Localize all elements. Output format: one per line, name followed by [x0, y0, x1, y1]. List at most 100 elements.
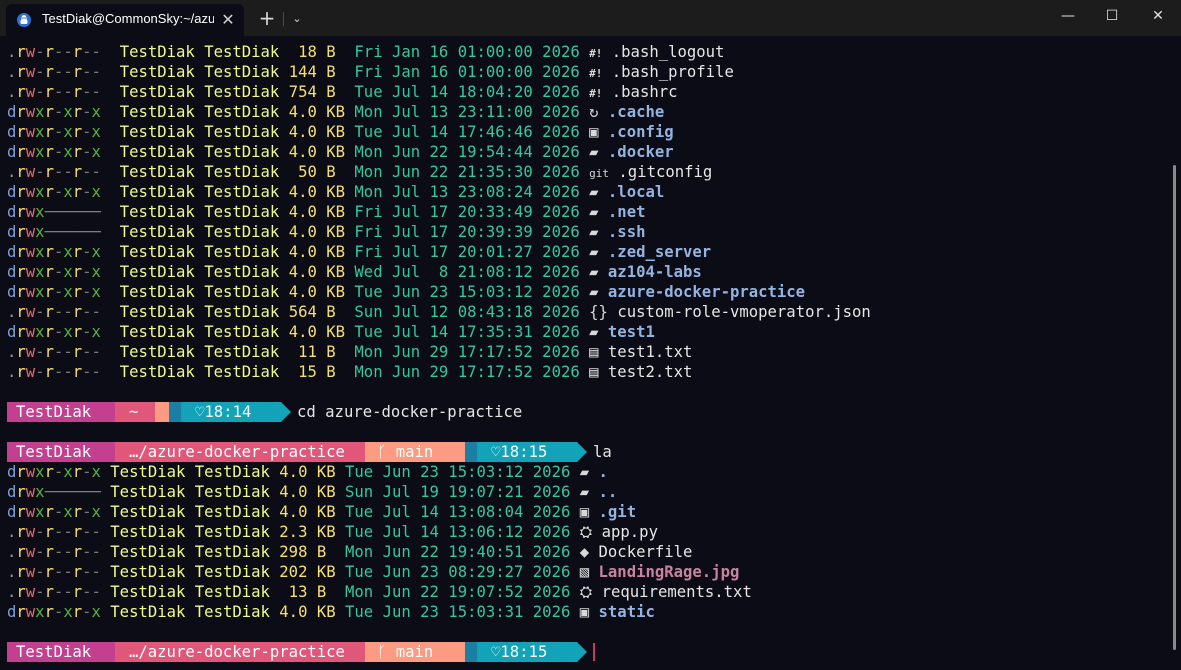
shell-script-icon: #! [589, 87, 603, 100]
list-item: .rw-r--r-- TestDiak TestDiak 144 B Fri J… [7, 62, 734, 82]
tab-terminal[interactable]: TestDiak@CommonSky:~/azu ✕ [6, 4, 244, 36]
file-size: 11 B [288, 343, 346, 361]
folder-icon: ▰ [579, 483, 590, 501]
list-item: drwxr-xr-x TestDiak TestDiak 4.0 KB Mon … [7, 142, 674, 162]
list-item: drwxr-xr-x TestDiak TestDiak 4.0 KB Mon … [7, 182, 664, 202]
file-name: .bash_profile [611, 63, 734, 81]
file-size: 4.0 KB [288, 323, 346, 341]
modified-date: Fri Jan 16 01:00:00 2026 [354, 43, 580, 61]
image-file-icon: ▧ [579, 563, 590, 581]
list-item: drwxr-xr-x TestDiak TestDiak 4.0 KB Mon … [7, 102, 664, 122]
terminal-output[interactable]: .rw-r--r-- TestDiak TestDiak 18 B Fri Ja… [0, 36, 1168, 670]
shell-prompt: TestDiak …/azure-docker-practice ᚴ main ♡18… [7, 442, 1167, 462]
command-input[interactable]: cd azure-docker-practice [297, 402, 697, 422]
docker-icon: ◆ [579, 543, 590, 561]
prompt-divider [465, 442, 477, 462]
tab-dropdown-button[interactable]: ⌄ [287, 8, 307, 30]
modified-date: Mon Jun 22 19:07:52 2026 [345, 583, 571, 601]
minimize-button[interactable]: — [1045, 0, 1091, 32]
owner: TestDiak [119, 363, 195, 381]
file-size: 4.0 KB [279, 603, 336, 621]
owner: TestDiak [110, 543, 186, 561]
file-name: custom-role-vmoperator.json [617, 303, 871, 321]
git-folder-icon: ▣ [579, 503, 590, 521]
list-item: .rw-r--r-- TestDiak TestDiak 2.3 KB Tue … [7, 522, 658, 542]
command-input[interactable]: la [593, 442, 993, 462]
group: TestDiak [194, 583, 270, 601]
permissions: .rw-r--r-- [7, 303, 101, 321]
maximize-button[interactable]: ☐ [1089, 0, 1135, 32]
owner: TestDiak [119, 283, 195, 301]
permissions: .rw-r--r-- [7, 63, 101, 81]
group: TestDiak [204, 323, 280, 341]
file-name: requirements.txt [601, 583, 752, 601]
file-size: 50 B [288, 163, 346, 181]
list-item: drwxr-xr-x TestDiak TestDiak 4.0 KB Tue … [7, 602, 655, 622]
close-window-button[interactable]: ✕ [1135, 0, 1181, 32]
modified-date: Tue Jul 14 13:08:04 2026 [345, 503, 571, 521]
list-item: drwx────── TestDiak TestDiak 4.0 KB Fri … [7, 202, 645, 222]
owner: TestDiak [110, 523, 186, 541]
file-name: .cache [607, 103, 665, 121]
file-size: 4.0 KB [288, 143, 346, 161]
permissions: drwxr-xr-x [7, 123, 101, 141]
scrollbar-thumb[interactable] [1173, 165, 1176, 650]
group: TestDiak [194, 503, 270, 521]
list-item: .rw-r--r-- TestDiak TestDiak 298 B Mon J… [7, 542, 692, 562]
modified-date: Tue Jun 23 15:03:12 2026 [345, 463, 571, 481]
file-size: 144 B [288, 63, 346, 81]
folder-icon: ▰ [579, 463, 590, 481]
owner: TestDiak [119, 343, 195, 361]
file-size: 15 B [288, 363, 346, 381]
prompt-time: ♡18:14 [181, 402, 281, 422]
folder-icon: ▰ [589, 183, 599, 201]
list-item: .rw-r--r-- TestDiak TestDiak 202 KB Tue … [7, 562, 739, 582]
owner: TestDiak [119, 243, 195, 261]
prompt-separator-icon [281, 402, 291, 422]
group: TestDiak [204, 343, 280, 361]
file-size: 18 B [288, 43, 346, 61]
permissions: drwxr-xr-x [7, 283, 101, 301]
group: TestDiak [194, 483, 270, 501]
permissions: drwxr-xr-x [7, 263, 101, 281]
group: TestDiak [204, 223, 280, 241]
file-name: static [598, 603, 655, 621]
modified-date: Mon Jul 13 23:11:00 2026 [354, 103, 580, 121]
file-size: 298 B [279, 543, 336, 561]
modified-date: Wed Jul 8 21:08:12 2026 [354, 263, 580, 281]
close-tab-icon[interactable]: ✕ [218, 10, 238, 30]
modified-date: Tue Jun 23 15:03:31 2026 [345, 603, 571, 621]
prompt-divider [155, 402, 169, 422]
prompt-git-branch: ᚴ main [365, 642, 465, 662]
file-size: 4.0 KB [288, 183, 346, 201]
shell-prompt: TestDiak ~ ♡18:14 cd azure-docker-practice [7, 402, 1167, 422]
list-item: drwxr-xr-x TestDiak TestDiak 4.0 KB Tue … [7, 322, 655, 342]
owner: TestDiak [110, 483, 186, 501]
permissions: .rw-r--r-- [7, 83, 101, 101]
new-tab-button[interactable]: + [256, 8, 278, 30]
permissions: .rw-r--r-- [7, 523, 101, 541]
prompt-separator-icon [577, 442, 587, 462]
linux-penguin-icon [17, 13, 31, 27]
file-size: 4.0 KB [279, 483, 336, 501]
modified-date: Mon Jun 22 19:54:44 2026 [354, 143, 580, 161]
modified-date: Sun Jul 12 08:43:18 2026 [354, 303, 580, 321]
prompt-path: …/azure-docker-practice [115, 642, 365, 662]
ssh-folder-icon: ▰ [589, 223, 599, 241]
permissions: .rw-r--r-- [7, 363, 101, 381]
prompt-git-branch: ᚴ main [365, 442, 465, 462]
modified-date: Mon Jun 22 21:35:30 2026 [354, 163, 580, 181]
owner: TestDiak [119, 303, 195, 321]
owner: TestDiak [119, 143, 195, 161]
folder-icon: ▰ [589, 243, 599, 261]
cache-icon: ↻ [589, 103, 599, 121]
permissions: .rw-r--r-- [7, 43, 101, 61]
modified-date: Tue Jul 14 18:04:20 2026 [354, 83, 580, 101]
folder-icon: ▰ [589, 203, 599, 221]
permissions: .rw-r--r-- [7, 563, 101, 581]
permissions: .rw-r--r-- [7, 583, 101, 601]
permissions: drwx────── [7, 203, 101, 221]
file-name: .gitconfig [618, 163, 713, 181]
command-input[interactable] [593, 642, 993, 662]
group: TestDiak [204, 243, 280, 261]
